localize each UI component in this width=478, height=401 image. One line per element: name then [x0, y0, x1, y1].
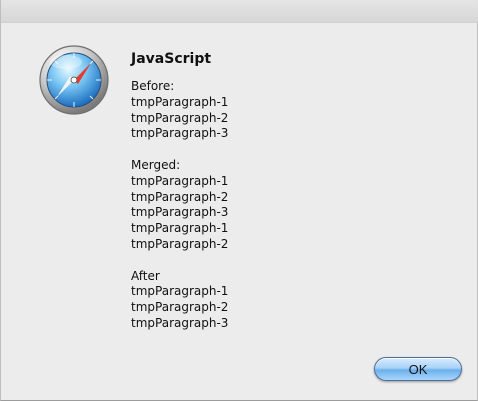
message-gap [131, 253, 451, 269]
safari-compass-icon [38, 44, 110, 116]
message-line: tmpParagraph-1 [131, 284, 229, 299]
dialog-message: Before: tmpParagraph-1 tmpParagraph-2 tm… [131, 79, 451, 332]
javascript-alert-dialog: JavaScript Before: tmpParagraph-1 tmpPar… [0, 0, 478, 401]
message-line: Merged: [131, 157, 181, 172]
message-line: tmpParagraph-3 [131, 126, 229, 141]
message-line: tmpParagraph-3 [131, 315, 229, 330]
message-line: Before: [131, 79, 175, 93]
message-line: tmpParagraph-2 [131, 189, 229, 204]
message-line: tmpParagraph-1 [131, 221, 229, 236]
message-gap [131, 142, 451, 158]
message-line: tmpParagraph-2 [131, 300, 229, 315]
message-line: tmpParagraph-1 [131, 173, 229, 188]
message-line: tmpParagraph-3 [131, 205, 229, 220]
message-line: tmpParagraph-2 [131, 110, 229, 125]
message-line: After [131, 268, 160, 283]
dialog-title: JavaScript [131, 51, 212, 67]
ok-button[interactable]: OK [374, 357, 462, 381]
dialog-top-bar [1, 0, 478, 23]
message-line: tmpParagraph-1 [131, 94, 229, 109]
message-line: tmpParagraph-2 [131, 236, 229, 251]
